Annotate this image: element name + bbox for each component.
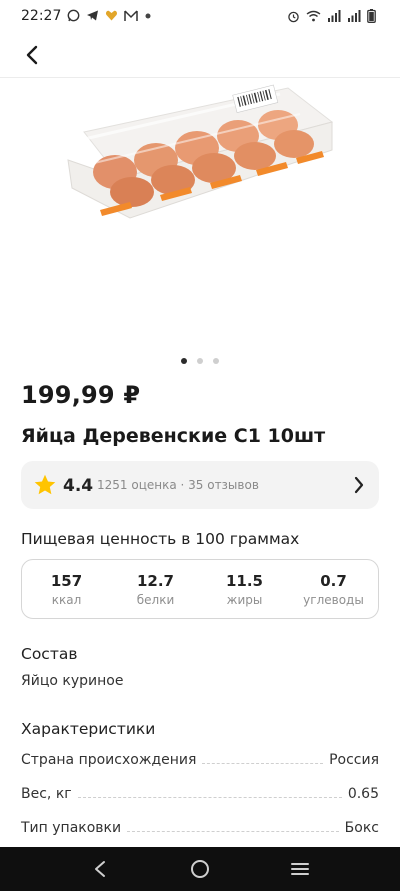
back-button[interactable] [17, 40, 47, 70]
status-time: 22:27 [21, 8, 62, 24]
product-price: 199,99 ₽ [21, 381, 141, 409]
characteristic-row: Страна происхождения Россия [21, 746, 379, 768]
characteristic-key: Тип упаковки [21, 820, 122, 836]
battery-icon [367, 9, 376, 23]
dotted-leader [202, 763, 324, 764]
rating-card[interactable]: 4.4 1251 оценка · 35 отзывов [21, 461, 379, 509]
heart-icon [105, 10, 118, 21]
carousel-dots [0, 358, 400, 364]
carousel-dot-active[interactable] [181, 358, 187, 364]
alarm-icon [288, 11, 299, 22]
signal-icon [328, 10, 341, 22]
status-bar: 22:27 [0, 0, 400, 32]
nutrition-label: ккал [51, 593, 82, 607]
nutrition-label: жиры [226, 593, 263, 607]
nutrition-title: Пищевая ценность в 100 граммах [21, 530, 300, 548]
rating-value: 4.4 [63, 476, 94, 496]
chevron-right-icon [354, 476, 364, 494]
wifi-icon [306, 10, 321, 22]
nutrition-value: 0.7 [320, 572, 347, 590]
star-icon [34, 474, 56, 495]
whatsapp-icon [67, 9, 80, 22]
composition-title: Состав [21, 645, 78, 663]
mail-icon [124, 9, 138, 21]
nutrition-carbs: 0.7 углеводы [289, 560, 378, 618]
nutrition-label: углеводы [303, 593, 364, 607]
carousel-dot[interactable] [213, 358, 219, 364]
dotted-leader [127, 831, 339, 832]
characteristic-key: Вес, кг [21, 786, 72, 802]
composition-text: Яйцо куриное [21, 673, 124, 689]
characteristic-row: Тип упаковки Бокс [21, 814, 379, 836]
telegram-icon [87, 10, 98, 21]
signal-icon [348, 10, 361, 22]
nutrition-fat: 11.5 жиры [200, 560, 289, 618]
characteristic-value: 0.65 [347, 786, 379, 802]
nutrition-card: 157 ккал 12.7 белки 11.5 жиры 0.7 углево… [21, 559, 379, 619]
system-nav-bar [0, 847, 400, 891]
rating-meta: 1251 оценка · 35 отзывов [97, 478, 259, 492]
nutrition-value: 11.5 [225, 572, 263, 590]
nutrition-value: 157 [50, 572, 83, 590]
nutrition-label: белки [136, 593, 175, 607]
status-left-icons [67, 9, 152, 22]
status-right-icons [287, 9, 376, 23]
back-triangle-icon [95, 861, 105, 877]
carousel-dot[interactable] [197, 358, 203, 364]
header-divider [0, 77, 400, 78]
nutrition-protein: 12.7 белки [111, 560, 200, 618]
product-image[interactable] [60, 80, 340, 240]
nutrition-value: 12.7 [136, 572, 174, 590]
characteristic-row: Вес, кг 0.65 [21, 780, 379, 802]
characteristic-value: Бокс [344, 820, 379, 836]
nutrition-kcal: 157 ккал [22, 560, 111, 618]
dotted-leader [77, 797, 342, 798]
nav-back-button[interactable] [80, 849, 120, 889]
characteristic-key: Страна происхождения [21, 752, 197, 768]
characteristics-title: Характеристики [21, 720, 156, 738]
arrow-left-icon [26, 45, 38, 65]
nav-home-button[interactable] [180, 849, 220, 889]
menu-lines-icon [291, 863, 309, 875]
nav-recents-button[interactable] [280, 849, 320, 889]
home-circle-icon [191, 860, 209, 878]
characteristic-value: Россия [329, 752, 379, 768]
product-title: Яйца Деревенские С1 10шт [21, 425, 326, 447]
dot-icon [145, 13, 151, 18]
